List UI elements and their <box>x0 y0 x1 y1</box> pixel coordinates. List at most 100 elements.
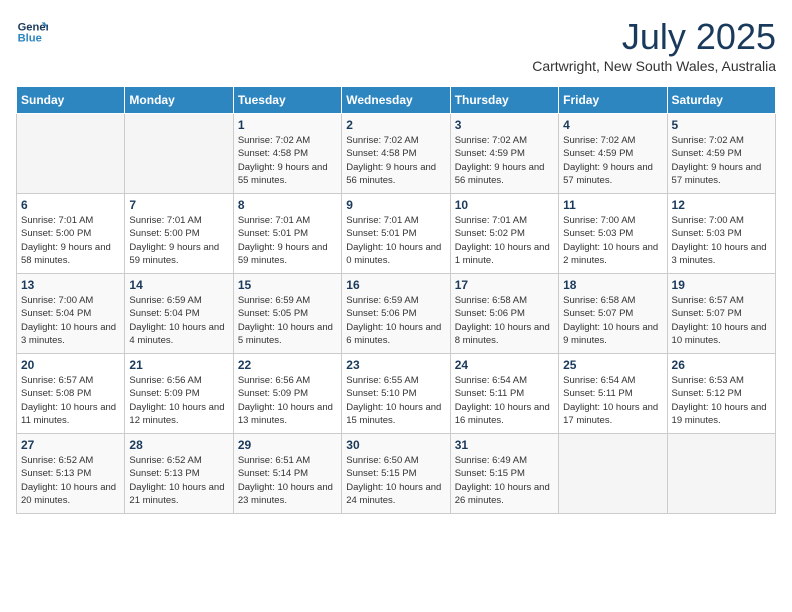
calendar-cell: 3 Sunrise: 7:02 AM Sunset: 4:59 PM Daylig… <box>450 114 558 194</box>
calendar-cell: 2Sunrise: 7:02 AM Sunset: 4:58 PM Daylig… <box>342 114 450 194</box>
svg-text:Blue: Blue <box>18 33 42 45</box>
day-info: Sunrise: 7:01 AM Sunset: 5:02 PM Dayligh… <box>455 214 554 267</box>
day-number: 4 <box>563 118 662 132</box>
calendar-cell: 20Sunrise: 6:57 AM Sunset: 5:08 PM Dayli… <box>17 354 125 434</box>
day-info: Sunrise: 6:53 AM Sunset: 5:12 PM Dayligh… <box>672 374 771 427</box>
day-number: 1 <box>238 118 337 132</box>
day-number: 11 <box>563 198 662 212</box>
calendar-week-row: 6 Sunrise: 7:01 AM Sunset: 5:00 PM Daylig… <box>17 194 776 274</box>
title-block: July 2025 Cartwright, New South Wales, A… <box>532 16 776 74</box>
day-info: Sunrise: 6:52 AM Sunset: 5:13 PM Dayligh… <box>21 454 120 507</box>
day-number: 6 <box>21 198 120 212</box>
calendar-cell: 1 Sunrise: 7:02 AM Sunset: 4:58 PM Daylig… <box>233 114 341 194</box>
calendar-cell: 12 Sunrise: 7:00 AM Sunset: 5:03 PM Dayli… <box>667 194 775 274</box>
day-number: 22 <box>238 358 337 372</box>
calendar-cell: 26 Sunrise: 6:53 AM Sunset: 5:12 PM Dayli… <box>667 354 775 434</box>
day-info: Sunrise: 6:49 AM Sunset: 5:15 PM Dayligh… <box>455 454 554 507</box>
day-info: Sunrise: 6:54 AM Sunset: 5:11 PM Dayligh… <box>455 374 554 427</box>
col-header-saturday: Saturday <box>667 87 775 114</box>
day-info: Sunrise: 6:59 AM Sunset: 5:05 PM Dayligh… <box>238 294 337 347</box>
calendar-week-row: 13 Sunrise: 7:00 AM Sunset: 5:04 PM Dayli… <box>17 274 776 354</box>
day-info: Sunrise: 7:01 AM Sunset: 5:00 PM Dayligh… <box>129 214 228 267</box>
day-info: Sunrise: 6:55 AM Sunset: 5:10 PM Dayligh… <box>346 374 445 427</box>
calendar-week-row: 1 Sunrise: 7:02 AM Sunset: 4:58 PM Daylig… <box>17 114 776 194</box>
day-number: 17 <box>455 278 554 292</box>
day-info: Sunrise: 6:59 AM Sunset: 5:04 PM Dayligh… <box>129 294 228 347</box>
calendar-cell <box>125 114 233 194</box>
calendar-table: SundayMondayTuesdayWednesdayThursdayFrid… <box>16 86 776 514</box>
day-info: Sunrise: 6:52 AM Sunset: 5:13 PM Dayligh… <box>129 454 228 507</box>
calendar-cell: 5Sunrise: 7:02 AM Sunset: 4:59 PM Daylig… <box>667 114 775 194</box>
calendar-cell: 9Sunrise: 7:01 AM Sunset: 5:01 PM Daylig… <box>342 194 450 274</box>
logo: General Blue <box>16 16 48 48</box>
day-number: 26 <box>672 358 771 372</box>
col-header-friday: Friday <box>559 87 667 114</box>
page-header: General Blue July 2025 Cartwright, New S… <box>16 16 776 74</box>
day-info: Sunrise: 6:56 AM Sunset: 5:09 PM Dayligh… <box>129 374 228 427</box>
day-info: Sunrise: 7:00 AM Sunset: 5:03 PM Dayligh… <box>672 214 771 267</box>
day-number: 9 <box>346 198 445 212</box>
day-number: 21 <box>129 358 228 372</box>
day-info: Sunrise: 6:51 AM Sunset: 5:14 PM Dayligh… <box>238 454 337 507</box>
day-info: Sunrise: 6:59 AM Sunset: 5:06 PM Dayligh… <box>346 294 445 347</box>
day-number: 15 <box>238 278 337 292</box>
calendar-cell: 22 Sunrise: 6:56 AM Sunset: 5:09 PM Dayli… <box>233 354 341 434</box>
calendar-header-row: SundayMondayTuesdayWednesdayThursdayFrid… <box>17 87 776 114</box>
day-number: 8 <box>238 198 337 212</box>
calendar-cell: 17 Sunrise: 6:58 AM Sunset: 5:06 PM Dayli… <box>450 274 558 354</box>
day-number: 2 <box>346 118 445 132</box>
day-info: Sunrise: 6:58 AM Sunset: 5:07 PM Dayligh… <box>563 294 662 347</box>
day-number: 18 <box>563 278 662 292</box>
day-number: 25 <box>563 358 662 372</box>
logo-icon: General Blue <box>16 16 48 48</box>
calendar-cell: 24Sunrise: 6:54 AM Sunset: 5:11 PM Dayli… <box>450 354 558 434</box>
day-number: 10 <box>455 198 554 212</box>
day-info: Sunrise: 6:57 AM Sunset: 5:08 PM Dayligh… <box>21 374 120 427</box>
day-info: Sunrise: 6:54 AM Sunset: 5:11 PM Dayligh… <box>563 374 662 427</box>
calendar-cell: 8 Sunrise: 7:01 AM Sunset: 5:01 PM Daylig… <box>233 194 341 274</box>
calendar-cell: 27 Sunrise: 6:52 AM Sunset: 5:13 PM Dayli… <box>17 434 125 514</box>
calendar-cell: 7 Sunrise: 7:01 AM Sunset: 5:00 PM Daylig… <box>125 194 233 274</box>
calendar-cell <box>559 434 667 514</box>
calendar-cell: 16Sunrise: 6:59 AM Sunset: 5:06 PM Dayli… <box>342 274 450 354</box>
calendar-cell: 4Sunrise: 7:02 AM Sunset: 4:59 PM Daylig… <box>559 114 667 194</box>
day-number: 3 <box>455 118 554 132</box>
calendar-cell: 21 Sunrise: 6:56 AM Sunset: 5:09 PM Dayli… <box>125 354 233 434</box>
day-number: 13 <box>21 278 120 292</box>
day-info: Sunrise: 6:58 AM Sunset: 5:06 PM Dayligh… <box>455 294 554 347</box>
calendar-week-row: 27 Sunrise: 6:52 AM Sunset: 5:13 PM Dayli… <box>17 434 776 514</box>
location-subtitle: Cartwright, New South Wales, Australia <box>532 58 776 74</box>
col-header-thursday: Thursday <box>450 87 558 114</box>
calendar-cell: 14 Sunrise: 6:59 AM Sunset: 5:04 PM Dayli… <box>125 274 233 354</box>
day-number: 27 <box>21 438 120 452</box>
day-info: Sunrise: 7:02 AM Sunset: 4:58 PM Dayligh… <box>238 134 337 187</box>
day-info: Sunrise: 7:00 AM Sunset: 5:03 PM Dayligh… <box>563 214 662 267</box>
day-number: 30 <box>346 438 445 452</box>
day-number: 7 <box>129 198 228 212</box>
day-info: Sunrise: 7:02 AM Sunset: 4:59 PM Dayligh… <box>455 134 554 187</box>
day-info: Sunrise: 7:01 AM Sunset: 5:01 PM Dayligh… <box>238 214 337 267</box>
calendar-cell <box>667 434 775 514</box>
calendar-cell: 15 Sunrise: 6:59 AM Sunset: 5:05 PM Dayli… <box>233 274 341 354</box>
day-info: Sunrise: 7:01 AM Sunset: 5:00 PM Dayligh… <box>21 214 120 267</box>
day-info: Sunrise: 7:00 AM Sunset: 5:04 PM Dayligh… <box>21 294 120 347</box>
calendar-cell: 31Sunrise: 6:49 AM Sunset: 5:15 PM Dayli… <box>450 434 558 514</box>
day-number: 14 <box>129 278 228 292</box>
day-number: 29 <box>238 438 337 452</box>
calendar-cell: 18 Sunrise: 6:58 AM Sunset: 5:07 PM Dayli… <box>559 274 667 354</box>
day-number: 12 <box>672 198 771 212</box>
calendar-cell <box>17 114 125 194</box>
calendar-cell: 19 Sunrise: 6:57 AM Sunset: 5:07 PM Dayli… <box>667 274 775 354</box>
calendar-cell: 28 Sunrise: 6:52 AM Sunset: 5:13 PM Dayli… <box>125 434 233 514</box>
month-title: July 2025 <box>532 16 776 58</box>
day-info: Sunrise: 6:56 AM Sunset: 5:09 PM Dayligh… <box>238 374 337 427</box>
col-header-monday: Monday <box>125 87 233 114</box>
col-header-tuesday: Tuesday <box>233 87 341 114</box>
calendar-week-row: 20Sunrise: 6:57 AM Sunset: 5:08 PM Dayli… <box>17 354 776 434</box>
calendar-cell: 29 Sunrise: 6:51 AM Sunset: 5:14 PM Dayli… <box>233 434 341 514</box>
day-number: 28 <box>129 438 228 452</box>
col-header-sunday: Sunday <box>17 87 125 114</box>
day-number: 19 <box>672 278 771 292</box>
col-header-wednesday: Wednesday <box>342 87 450 114</box>
day-info: Sunrise: 6:57 AM Sunset: 5:07 PM Dayligh… <box>672 294 771 347</box>
